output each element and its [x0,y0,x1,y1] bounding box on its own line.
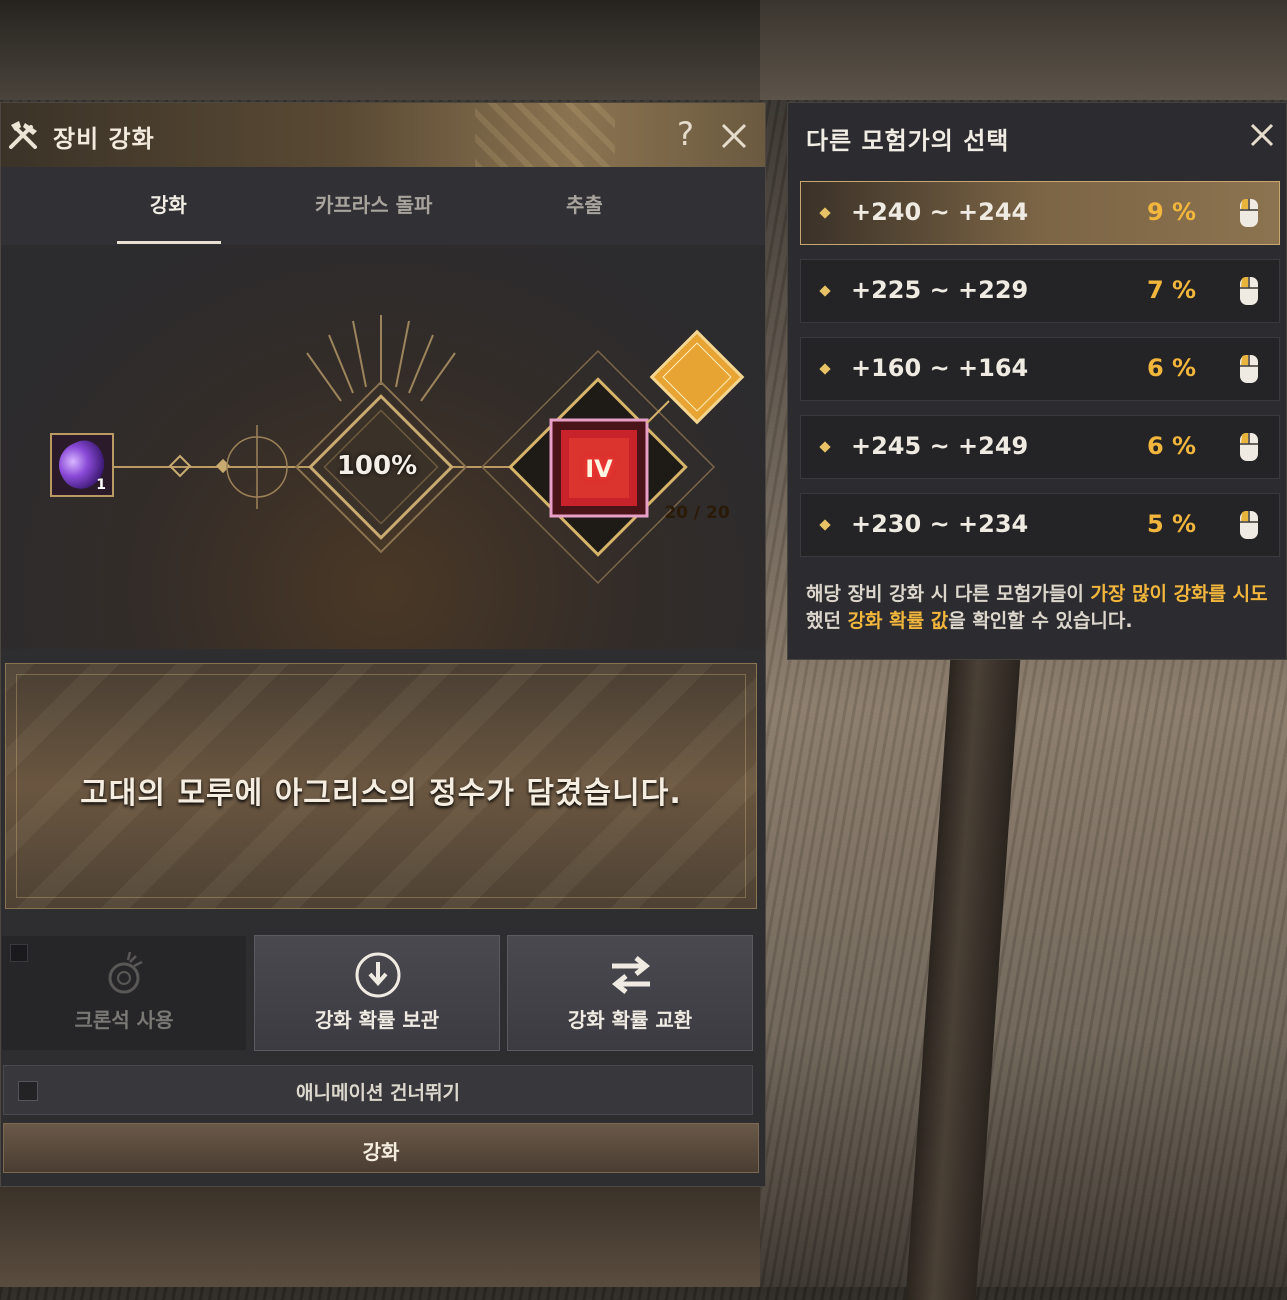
use-chronos-stone-label: 크론석 사용 [74,1008,174,1032]
description-text: 했던 [806,610,848,632]
skip-animation-toggle[interactable]: 애니메이션 건너뛰기 [3,1065,753,1115]
bullet-icon [819,363,831,375]
bullet-icon [819,441,831,453]
enhance-diagram [114,315,745,585]
others-panel-description: 해당 장비 강화 시 다른 모험가들이 가장 많이 강화를 시도했던 강화 확률… [806,581,1276,635]
tier-badge: IV [585,455,613,483]
choice-range: +240 ~ +244 [851,198,1029,226]
choice-percent: 9 % [1147,198,1197,226]
mouse-left-click-icon [1240,511,1258,539]
others-choice-panel: 다른 모험가의 선택 +240 ~ +244 9 % +225 ~ +229 7… [787,102,1287,660]
help-button[interactable]: ? [677,115,694,153]
exchange-probability-button[interactable]: 강화 확률 교환 [507,935,753,1051]
close-icon[interactable] [1250,123,1274,147]
swap-arrows-icon [611,956,651,994]
choice-range: +160 ~ +164 [851,354,1029,382]
mouse-left-click-icon [1240,199,1258,227]
enhance-stage: 1 100% 20 / 20 IV [1,245,765,649]
attempt-counter: 20 / 20 [664,503,730,523]
description-text: 을 확인할 수 있습니다. [948,610,1133,632]
mouse-left-click-icon [1240,355,1258,383]
message-text: 고대의 모루에 아그리스의 정수가 담겼습니다. [80,776,682,811]
choice-percent: 7 % [1147,276,1197,304]
message-box: 고대의 모루에 아그리스의 정수가 담겼습니다. [5,663,757,909]
choice-range: +225 ~ +229 [851,276,1029,304]
action-button-row: 크론석 사용 강화 확률 보관 강화 확률 교환 [1,935,765,1053]
tab-enhance[interactable]: 강화 [150,189,187,218]
store-probability-label: 강화 확률 보관 [314,1008,440,1032]
choice-row[interactable]: +230 ~ +234 5 % [800,493,1280,557]
choice-percent: 6 % [1147,354,1197,382]
window-header[interactable]: 장비 강화 ? [1,103,765,168]
success-rate: 100% [336,451,418,481]
skip-animation-label: 애니메이션 건너뛰기 [296,1082,460,1104]
close-icon[interactable] [721,123,747,149]
bullet-icon [819,519,831,531]
exchange-probability-label: 강화 확률 교환 [567,1008,693,1032]
background-wood-top-right [760,0,1287,100]
choice-row[interactable]: +160 ~ +164 6 % [800,337,1280,401]
store-probability-button[interactable]: 강화 확률 보관 [254,935,500,1051]
choice-row[interactable]: +245 ~ +249 6 % [800,415,1280,479]
equipment-enhance-window: 장비 강화 ? 강화 카프라스 돌파 추출 1 100% 20 / 20 IV … [0,102,766,1187]
background-wood-top [0,0,800,100]
tab-extract[interactable]: 추출 [566,189,603,218]
choice-percent: 6 % [1147,432,1197,460]
bullet-icon [819,285,831,297]
hammer-tools-icon [9,121,37,149]
choice-row[interactable]: +225 ~ +229 7 % [800,259,1280,323]
description-highlight: 가장 많이 강화를 시도 [1090,583,1268,605]
choice-range: +230 ~ +234 [851,510,1029,538]
mouse-left-click-icon [1240,277,1258,305]
material-slot[interactable]: 1 [50,433,114,497]
use-chronos-stone-button[interactable]: 크론석 사용 [1,935,247,1051]
window-title: 장비 강화 [53,125,155,153]
choice-row[interactable]: +240 ~ +244 9 % [800,181,1280,245]
bullet-icon [819,207,831,219]
others-panel-title: 다른 모험가의 선택 [806,127,1010,155]
chronos-stone-icon [108,951,143,994]
store-arrow-icon [355,952,401,998]
background-wood-bottom [0,1185,760,1287]
choice-range: +245 ~ +249 [851,432,1029,460]
tab-kapras-breakthrough[interactable]: 카프라스 돌파 [315,189,432,218]
mouse-left-click-icon [1240,433,1258,461]
description-text: 해당 장비 강화 시 다른 모험가들이 [806,583,1091,605]
tab-bar: 강화 카프라스 돌파 추출 [1,167,765,246]
header-decoration [475,103,615,167]
material-count: 1 [96,477,106,493]
background-wood-beam [905,600,1025,1300]
description-highlight: 강화 확률 값 [847,610,949,632]
choice-percent: 5 % [1147,510,1197,538]
enhance-button[interactable]: 강화 [3,1123,759,1173]
enhance-button-label: 강화 [362,1140,400,1164]
active-tab-indicator [117,241,221,244]
chronos-stone-checkbox[interactable] [10,944,28,962]
